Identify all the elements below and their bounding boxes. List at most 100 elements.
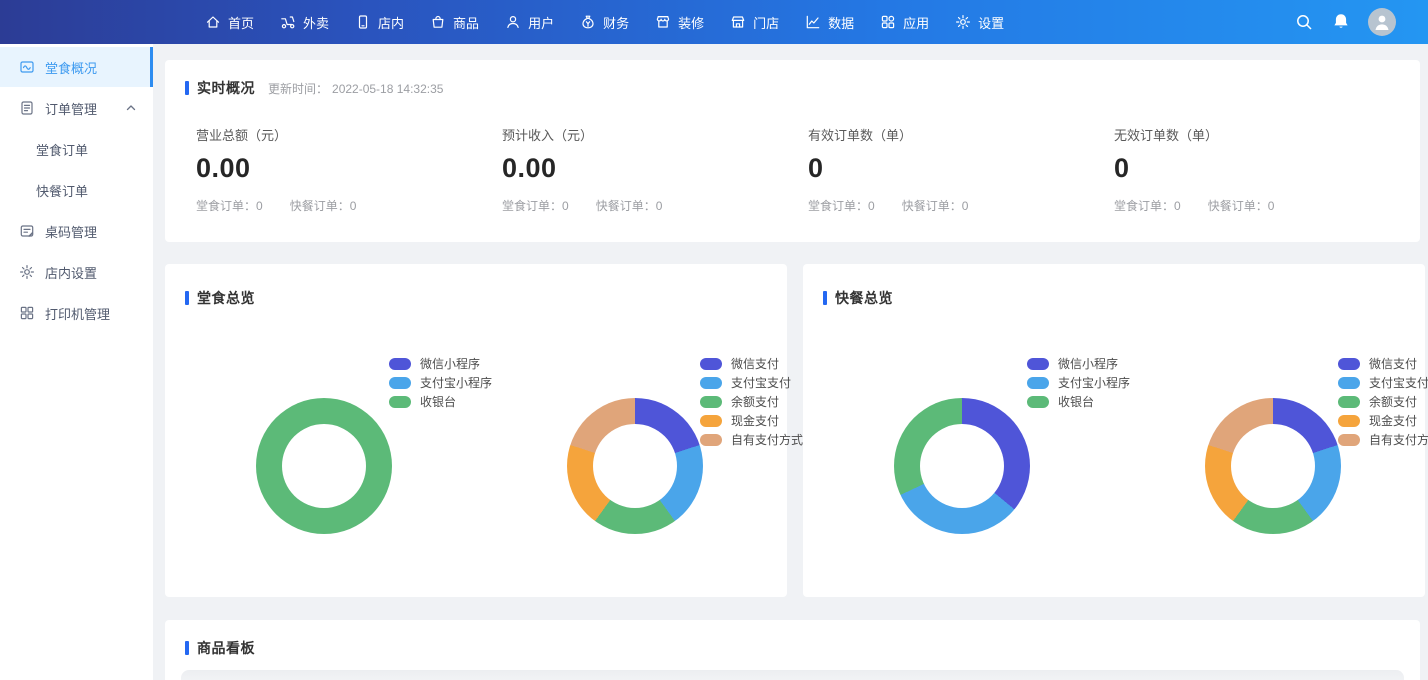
- goods-icon: [430, 14, 446, 30]
- users-icon: [505, 14, 521, 30]
- nav-item-label: 财务: [603, 13, 629, 32]
- sidebar-item-label: 堂食订单: [36, 140, 88, 159]
- legend-swatch: [1338, 358, 1360, 370]
- nav-item-首页[interactable]: 首页: [192, 0, 267, 44]
- nav-item-label: 设置: [978, 13, 1004, 32]
- legend-swatch: [1338, 415, 1360, 427]
- stat-label: 预计收入（元）: [502, 125, 808, 144]
- legend-item-支付宝支付[interactable]: 支付宝支付: [700, 373, 803, 392]
- sidebar-item-桌码管理[interactable]: 桌码管理: [0, 211, 153, 251]
- legend-label: 支付宝支付: [731, 374, 791, 391]
- user-avatar[interactable]: [1368, 8, 1396, 36]
- printer-management-icon: [19, 305, 35, 321]
- sidebar-item-label: 堂食概况: [45, 58, 97, 77]
- nav-item-用户[interactable]: 用户: [492, 0, 567, 44]
- nav-item-店内[interactable]: 店内: [342, 0, 417, 44]
- finance-icon: [580, 14, 596, 30]
- nav-item-label: 数据: [828, 13, 854, 32]
- dine-in-overview-icon: [19, 59, 35, 75]
- goods-board-card: 商品看板: [165, 620, 1420, 680]
- legend-label: 微信小程序: [1058, 355, 1118, 372]
- bell-icon[interactable]: [1331, 12, 1351, 32]
- sidebar-item-订单管理[interactable]: 订单管理: [0, 88, 153, 128]
- stat-预计收入（元）: 预计收入（元）0.00堂食订单：0快餐订单：0: [502, 125, 808, 214]
- fast-food-payment-method-legend: 微信支付支付宝支付余额支付现金支付自有支付方式: [1338, 354, 1428, 449]
- search-icon[interactable]: [1294, 12, 1314, 32]
- fast-food-payment-method-chart: 微信支付支付宝支付余额支付现金支付自有支付方式: [1114, 314, 1425, 594]
- top-nav: 首页 外卖 店内商品用户 财务 装修 门店 数据 应用 设置: [0, 0, 1428, 44]
- legend-swatch: [1027, 396, 1049, 408]
- legend-item-支付宝支付[interactable]: 支付宝支付: [1338, 373, 1428, 392]
- sidebar-item-label: 桌码管理: [45, 222, 97, 241]
- legend-item-现金支付[interactable]: 现金支付: [1338, 411, 1428, 430]
- title-accent-bar: [185, 641, 189, 655]
- data-icon: [805, 14, 821, 30]
- stat-sub-values: 堂食订单：0快餐订单：0: [808, 197, 1114, 214]
- legend-swatch: [389, 377, 411, 389]
- stat-sub-item: 快餐订单：0: [1208, 197, 1275, 214]
- chevron-up-icon[interactable]: [125, 102, 137, 114]
- legend-item-余额支付[interactable]: 余额支付: [700, 392, 803, 411]
- nav-item-装修[interactable]: 装修: [642, 0, 717, 44]
- stat-sub-item: 快餐订单：0: [902, 197, 969, 214]
- store-settings-icon: [19, 264, 35, 280]
- title-accent-bar: [185, 291, 189, 305]
- nav-item-数据[interactable]: 数据: [792, 0, 867, 44]
- dine-in-overview-title: 堂食总览: [197, 288, 255, 308]
- dine-in-payment-method-chart: 微信支付支付宝支付余额支付现金支付自有支付方式: [476, 314, 787, 594]
- stat-sub-item: 堂食订单：0: [196, 197, 263, 214]
- nav-item-label: 店内: [378, 13, 404, 32]
- stat-有效订单数（单）: 有效订单数（单）0堂食订单：0快餐订单：0: [808, 125, 1114, 214]
- nav-item-应用[interactable]: 应用: [867, 0, 942, 44]
- legend-swatch: [700, 377, 722, 389]
- decorate-icon: [655, 14, 671, 30]
- realtime-stats: 营业总额（元）0.00堂食订单：0快餐订单：0预计收入（元）0.00堂食订单：0…: [165, 98, 1420, 214]
- nav-item-label: 装修: [678, 13, 704, 32]
- nav-item-label: 应用: [903, 13, 929, 32]
- stores-icon: [730, 14, 746, 30]
- legend-label: 余额支付: [731, 393, 779, 410]
- sidebar-item-堂食概况[interactable]: 堂食概况: [0, 47, 153, 87]
- nav-item-设置[interactable]: 设置: [942, 0, 1017, 44]
- nav-item-外卖[interactable]: 外卖: [267, 0, 342, 44]
- sidebar-item-堂食订单[interactable]: 堂食订单: [0, 129, 153, 169]
- stat-value: 0: [808, 153, 1114, 184]
- legend-label: 自有支付方式: [731, 431, 803, 448]
- legend-label: 现金支付: [1369, 412, 1417, 429]
- stat-value: 0.00: [196, 153, 502, 184]
- legend-label: 微信小程序: [420, 355, 480, 372]
- stat-sub-item: 快餐订单：0: [290, 197, 357, 214]
- nav-item-商品[interactable]: 商品: [417, 0, 492, 44]
- sidebar-item-label: 店内设置: [45, 263, 97, 282]
- fast-food-payment-method-donut: [1205, 398, 1341, 534]
- sidebar-item-打印机管理[interactable]: 打印机管理: [0, 293, 153, 333]
- nav-item-财务[interactable]: 财务: [567, 0, 642, 44]
- legend-item-微信支付[interactable]: 微信支付: [700, 354, 803, 373]
- sidebar-item-快餐订单[interactable]: 快餐订单: [0, 170, 153, 210]
- legend-item-现金支付[interactable]: 现金支付: [700, 411, 803, 430]
- sidebar-item-店内设置[interactable]: 店内设置: [0, 252, 153, 292]
- legend-swatch: [389, 396, 411, 408]
- dine-in-payment-method-donut: [567, 398, 703, 534]
- realtime-title: 实时概况: [197, 78, 255, 98]
- stat-label: 无效订单数（单）: [1114, 125, 1420, 144]
- legend-label: 余额支付: [1369, 393, 1417, 410]
- top-nav-tools: [1294, 8, 1396, 36]
- nav-item-label: 外卖: [303, 13, 329, 32]
- legend-item-自有支付方式[interactable]: 自有支付方式: [700, 430, 803, 449]
- legend-item-余额支付[interactable]: 余额支付: [1338, 392, 1428, 411]
- order-management-icon: [19, 100, 35, 116]
- fast-food-order-source-chart: 微信小程序支付宝小程序收银台: [803, 314, 1114, 594]
- legend-swatch: [389, 358, 411, 370]
- fast-food-overview-card: 快餐总览 微信小程序支付宝小程序收银台 微信支付支付宝支付余额支付现金支付自有支…: [803, 264, 1425, 597]
- legend-label: 现金支付: [731, 412, 779, 429]
- stat-sub-values: 堂食订单：0快餐订单：0: [502, 197, 808, 214]
- goods-board-title: 商品看板: [197, 638, 255, 658]
- apps-icon: [880, 14, 896, 30]
- nav-item-门店[interactable]: 门店: [717, 0, 792, 44]
- stat-营业总额（元）: 营业总额（元）0.00堂食订单：0快餐订单：0: [196, 125, 502, 214]
- legend-swatch: [700, 434, 722, 446]
- legend-item-自有支付方式[interactable]: 自有支付方式: [1338, 430, 1428, 449]
- legend-item-微信支付[interactable]: 微信支付: [1338, 354, 1428, 373]
- nav-item-label: 门店: [753, 13, 779, 32]
